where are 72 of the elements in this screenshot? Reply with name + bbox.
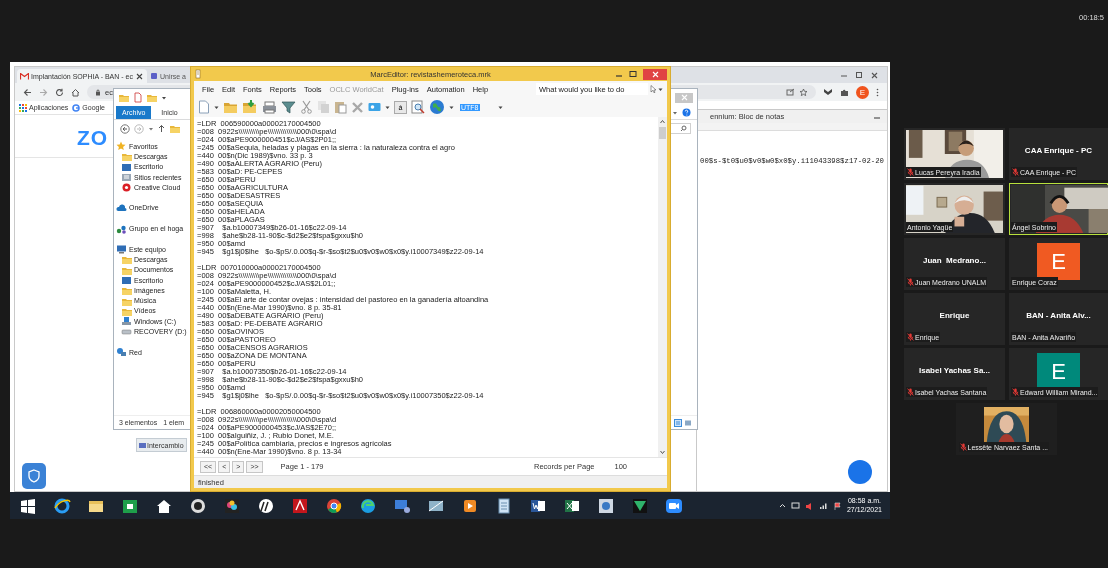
- volume-icon[interactable]: [804, 501, 814, 510]
- participant-title: Isabel Yachas Sa...: [919, 366, 990, 375]
- maximize-icon[interactable]: [855, 71, 863, 79]
- participant-title: CAA Enrique - PC: [1024, 146, 1093, 155]
- lock-icon: [95, 88, 101, 96]
- new-document-icon[interactable]: [198, 100, 210, 114]
- search-icon: [680, 125, 687, 132]
- scrollbar[interactable]: [658, 117, 667, 457]
- caret-icon[interactable]: [449, 104, 454, 110]
- caret-icon: [497, 104, 503, 110]
- up-arrow-icon[interactable]: [158, 124, 165, 133]
- participant-title: Juan Medrano...: [922, 256, 987, 265]
- folder-icon: [121, 151, 132, 162]
- network-icon[interactable]: [790, 501, 800, 510]
- folder-download-icon[interactable]: [242, 100, 258, 114]
- star-icon: [116, 141, 127, 152]
- extension-icon[interactable]: [823, 88, 833, 96]
- avatar: E: [1037, 243, 1080, 280]
- caret-icon[interactable]: [385, 104, 390, 110]
- close-icon[interactable]: [134, 71, 144, 81]
- participant-title: Enrique: [939, 311, 970, 320]
- flag-icon[interactable]: [832, 501, 842, 510]
- home-icon[interactable]: [71, 87, 80, 97]
- toggle-icon[interactable]: [368, 102, 381, 112]
- folder-icon: [121, 285, 132, 296]
- mail-icon: [20, 72, 29, 80]
- maximize-icon[interactable]: [629, 70, 637, 78]
- exchange-icon: [139, 441, 146, 449]
- star-icon[interactable]: [799, 87, 808, 97]
- participant-title: BAN - Anita Alv...: [1026, 311, 1091, 320]
- details-view-icon[interactable]: [674, 418, 682, 427]
- cloud-app-icon: [121, 182, 132, 193]
- help-icon[interactable]: [682, 108, 691, 117]
- profile-avatar[interactable]: E: [856, 85, 869, 99]
- desktop-icon: [121, 275, 132, 285]
- caret-icon: [658, 86, 663, 92]
- search-engine-icon: [72, 103, 81, 112]
- reload-icon[interactable]: [55, 87, 64, 97]
- caret-icon[interactable]: [148, 125, 154, 132]
- document-icon[interactable]: [133, 92, 143, 103]
- desktop-icon: [121, 161, 132, 172]
- close-icon: [679, 93, 689, 102]
- folder-icon: [121, 254, 132, 265]
- caret-icon[interactable]: [214, 104, 219, 110]
- recent-places-icon: [121, 172, 132, 183]
- chat-app-icon: [149, 72, 158, 80]
- globe-icon[interactable]: [429, 99, 445, 115]
- shield-icon: [28, 469, 40, 483]
- pointer-icon: [650, 85, 656, 93]
- find-icon[interactable]: [411, 100, 425, 114]
- security-button[interactable]: [22, 463, 46, 489]
- homegroup-icon: [116, 223, 127, 234]
- caret-icon[interactable]: [161, 94, 167, 101]
- close-button[interactable]: [643, 68, 667, 80]
- computer-icon: [116, 244, 127, 255]
- folder-icon: [169, 123, 181, 134]
- signal-icon[interactable]: [818, 501, 828, 510]
- apps-grid-icon: [19, 103, 27, 112]
- close-icon: [650, 69, 660, 79]
- logo-text: ZO: [77, 127, 109, 149]
- drive-icon: [121, 316, 132, 327]
- puzzle-icon[interactable]: [840, 87, 849, 97]
- network-icon: [116, 347, 127, 358]
- cloud-icon: [116, 202, 127, 213]
- back-icon[interactable]: [23, 87, 32, 97]
- back-icon[interactable]: [120, 123, 130, 134]
- share-icon[interactable]: [786, 88, 795, 96]
- disk-drive-icon: [121, 326, 132, 337]
- app-icon: [194, 69, 202, 79]
- chevron-up-icon[interactable]: [778, 502, 786, 509]
- printer-icon[interactable]: [262, 100, 277, 114]
- close-icon[interactable]: [870, 70, 879, 80]
